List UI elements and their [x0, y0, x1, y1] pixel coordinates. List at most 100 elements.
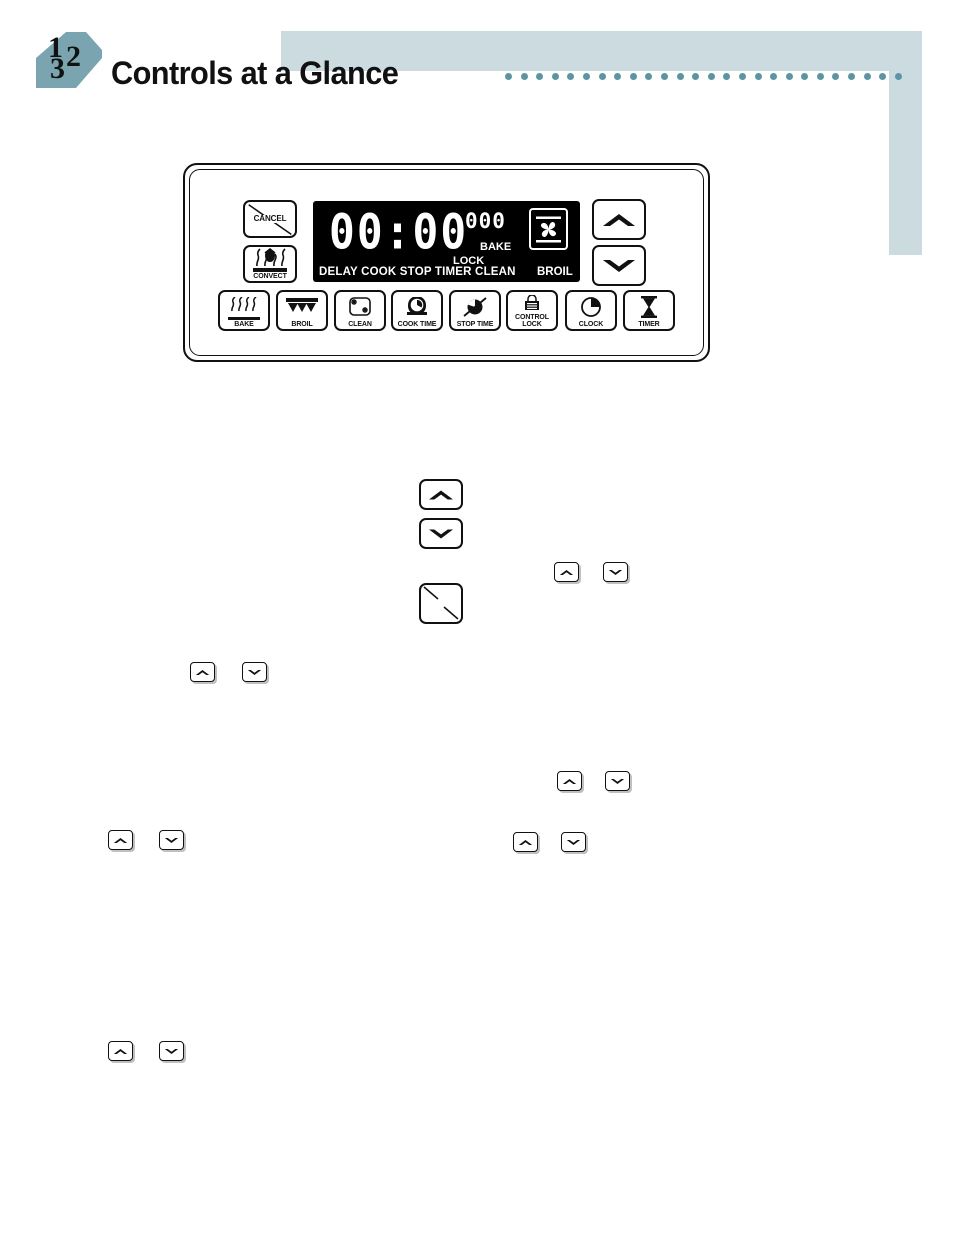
- clock-button-label: CLOCK: [578, 321, 604, 329]
- padlock-keypad-icon: [508, 292, 556, 314]
- title-dot: [536, 72, 544, 80]
- chevron-down-icon[interactable]: [605, 771, 630, 791]
- display-small-digits: 000: [465, 209, 506, 233]
- bake-button[interactable]: BAKE: [218, 290, 270, 331]
- chevron-down-icon: [603, 259, 635, 272]
- chevron-up-icon[interactable]: [190, 662, 215, 682]
- title-dot: [520, 72, 528, 80]
- cancel-button-label: CANCEL: [251, 214, 289, 224]
- chevron-up-icon[interactable]: [419, 479, 463, 510]
- pot-clock-icon: [393, 292, 441, 321]
- chevron-down-icon[interactable]: [419, 518, 463, 549]
- title-dot: [660, 72, 668, 80]
- chevron-up-icon[interactable]: [108, 1041, 133, 1061]
- title-dot: [848, 72, 856, 80]
- title-dot: [692, 72, 700, 80]
- chevron-up-icon[interactable]: [513, 832, 538, 852]
- chevron-up-icon: [603, 213, 635, 226]
- control-lock-button-label-line2: LOCK: [522, 321, 542, 329]
- title-dot: [707, 72, 715, 80]
- chapter-number-logo: 1 2 3: [36, 32, 102, 88]
- title-dot: [801, 72, 809, 80]
- header-band-vertical: [889, 31, 922, 255]
- title-dot: [582, 72, 590, 80]
- timer-button[interactable]: TIMER: [623, 290, 675, 331]
- chevron-up-glyph: [562, 778, 577, 784]
- broil-button[interactable]: BROIL: [276, 290, 328, 331]
- chevron-down-icon[interactable]: [159, 1041, 184, 1061]
- timer-button-label: TIMER: [638, 321, 660, 329]
- title-dot: [505, 72, 512, 80]
- bake-underline: [228, 317, 260, 321]
- control-lock-button[interactable]: CONTROL LOCK: [506, 290, 558, 331]
- title-dot: [551, 72, 559, 80]
- cancel-slash-glyph: [423, 586, 459, 620]
- chevron-down-glyph: [164, 1048, 179, 1054]
- chevron-down-icon[interactable]: [242, 662, 267, 682]
- logo-cut-topright: [86, 32, 102, 50]
- cancel-button[interactable]: CANCEL: [243, 200, 297, 238]
- chevron-up-icon[interactable]: [557, 771, 582, 791]
- temp-down-button[interactable]: [592, 245, 646, 286]
- chevron-down-glyph: [429, 529, 453, 538]
- chevron-up-icon[interactable]: [554, 562, 579, 582]
- chevron-down-icon[interactable]: [603, 562, 628, 582]
- chevron-up-glyph: [113, 837, 128, 843]
- cook-time-button[interactable]: COOK TIME: [391, 290, 443, 331]
- title-dot: [785, 72, 793, 80]
- clean-button[interactable]: CLEAN: [334, 290, 386, 331]
- cancel-slash-icon[interactable]: [419, 583, 463, 624]
- chevron-up-glyph: [518, 839, 533, 845]
- sparkle-box-icon: [336, 292, 384, 321]
- chevron-up-glyph: [195, 669, 210, 675]
- title-dot: [894, 72, 902, 80]
- stop-time-button[interactable]: STOP TIME: [449, 290, 501, 331]
- temp-up-button[interactable]: [592, 199, 646, 240]
- chevron-up-glyph: [559, 569, 574, 575]
- title-dot: [816, 72, 824, 80]
- title-dot: [738, 72, 746, 80]
- chevron-down-glyph: [566, 839, 581, 845]
- chevron-up-icon[interactable]: [108, 830, 133, 850]
- title-dot: [770, 72, 778, 80]
- oven-display: 00:00 000 BAKE LOCK DELAY COOK STOP TIME…: [313, 201, 580, 282]
- title-dot: [863, 72, 871, 80]
- convect-button-label: CONVECT: [253, 273, 287, 281]
- clean-button-label: CLEAN: [348, 321, 372, 329]
- display-indicator-row: DELAY COOK STOP TIMER CLEAN: [319, 266, 516, 278]
- title-dot: [567, 72, 575, 80]
- title-dot: [645, 72, 653, 80]
- logo-number-2: 2: [66, 40, 81, 73]
- title-dot-rule: [505, 70, 902, 82]
- chevron-down-icon[interactable]: [561, 832, 586, 852]
- chevron-down-glyph: [608, 569, 623, 575]
- chevron-down-glyph: [247, 669, 262, 675]
- display-time: 00:00: [329, 203, 469, 260]
- broil-triangles-icon: [278, 292, 326, 321]
- convect-heat-icon: [245, 247, 295, 268]
- display-indicator-broil: BROIL: [537, 266, 573, 278]
- convection-fan-icon: [529, 208, 568, 250]
- title-dot: [629, 72, 637, 80]
- stop-time-button-label: STOP TIME: [456, 321, 494, 329]
- chevron-down-icon[interactable]: [159, 830, 184, 850]
- clock-pie-icon: [567, 292, 615, 321]
- title-dot: [598, 72, 606, 80]
- title-dot: [723, 72, 731, 80]
- clock-button[interactable]: CLOCK: [565, 290, 617, 331]
- convect-button[interactable]: CONVECT: [243, 245, 297, 283]
- title-dot: [676, 72, 684, 80]
- control-lock-button-label-line1: CONTROL: [515, 313, 549, 321]
- page-title: Controls at a Glance: [111, 55, 399, 91]
- bake-button-label: BAKE: [234, 321, 254, 329]
- chevron-up-glyph: [429, 490, 453, 499]
- logo-number-3: 3: [50, 52, 65, 85]
- title-dot: [614, 72, 622, 80]
- display-indicator-bake: BAKE: [480, 241, 512, 253]
- title-dot: [832, 72, 840, 80]
- hourglass-icon: [625, 292, 673, 321]
- pot-clock-crossed-icon: [451, 292, 499, 321]
- broil-button-label: BROIL: [291, 321, 313, 329]
- title-dot: [754, 72, 762, 80]
- title-dot: [879, 72, 887, 80]
